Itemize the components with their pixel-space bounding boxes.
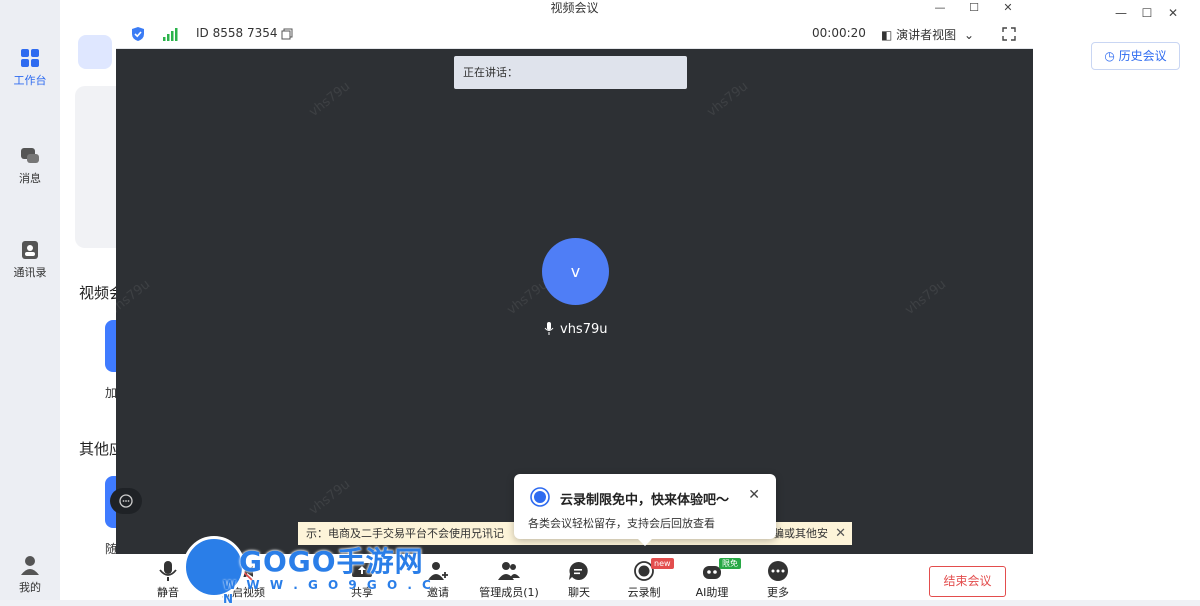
contacts-icon xyxy=(22,241,38,259)
close-icon[interactable]: ✕ xyxy=(835,522,846,545)
logo-url: W W W . G O 9 G O . C N xyxy=(223,578,434,606)
cloud-record-label: 云录制 xyxy=(627,586,661,599)
more-icon xyxy=(768,561,788,581)
minimize-button[interactable]: — xyxy=(1108,6,1134,20)
sidebar-item-label: 工作台 xyxy=(13,74,47,87)
chat-label: 聊天 xyxy=(568,586,590,599)
chat-button[interactable]: 聊天 xyxy=(544,560,614,600)
free-badge: 限免 xyxy=(719,558,741,569)
clock-icon: ◷ xyxy=(1104,49,1115,63)
more-button[interactable]: 更多 xyxy=(743,560,813,600)
mute-label: 静音 xyxy=(157,586,179,599)
meeting-info-bar: ID 8558 7354 00:00:20 ◧ 演讲者视图 ⌄ xyxy=(116,20,1033,49)
view-mode-dropdown[interactable]: ◧ 演讲者视图 ⌄ xyxy=(881,26,974,43)
history-meetings-button[interactable]: ◷ 历史会议 xyxy=(1091,42,1180,70)
main-window-controls: — ☐ ✕ xyxy=(1108,6,1186,20)
ai-assistant-button[interactable]: 限免 AI助理 xyxy=(677,558,747,600)
close-icon[interactable]: ✕ xyxy=(748,487,760,503)
site-watermark-logo: GOGO手游网 W W W . G O 9 G O . C N xyxy=(183,536,445,606)
chat-icon xyxy=(21,148,39,163)
record-icon xyxy=(530,487,550,507)
participant-name: vhs79u xyxy=(560,322,608,337)
speaking-indicator: 正在讲话： xyxy=(454,56,687,89)
end-meeting-button[interactable]: 结束会议 xyxy=(929,566,1006,597)
watermark: vhs79u xyxy=(902,276,950,319)
user-icon xyxy=(21,556,39,575)
floating-chat-button[interactable] xyxy=(110,488,142,514)
maximize-button[interactable]: ☐ xyxy=(1134,6,1160,20)
window-title: 视频会议 xyxy=(550,1,599,15)
manage-members-button[interactable]: 管理成员(1) xyxy=(474,560,544,600)
sidebar-item-label: 消息 xyxy=(19,172,41,185)
members-icon xyxy=(498,562,520,580)
watermark: vhs79u xyxy=(704,78,752,121)
logo-name: GOGO手游网 xyxy=(239,545,424,578)
meeting-id: ID 8558 7354 xyxy=(196,26,278,40)
cloud-record-promo-popup: 云录制限免中，快来体验吧～ ✕ 各类会议轻松留存，支持会后回放查看 xyxy=(514,474,776,546)
minimize-button[interactable]: — xyxy=(923,0,957,16)
promo-title: 云录制限免中，快来体验吧～ xyxy=(560,493,730,508)
microphone-icon xyxy=(544,322,554,335)
cloud-record-button[interactable]: new 云录制 xyxy=(609,558,679,600)
copy-icon[interactable] xyxy=(281,28,293,40)
manage-members-label: 管理成员(1) xyxy=(479,586,539,599)
notice-text-tail: 骗或其他安 xyxy=(767,522,828,545)
layout-icon: ◧ xyxy=(881,28,893,42)
fullscreen-icon[interactable] xyxy=(1002,27,1016,41)
chevron-down-icon: ⌄ xyxy=(964,28,975,42)
chat-bubble-icon xyxy=(119,494,133,508)
close-button[interactable]: ✕ xyxy=(1160,6,1186,20)
sidebar-item-messages[interactable]: 消息 xyxy=(0,146,60,186)
participant-avatar: v xyxy=(542,238,609,305)
watermark: vhs79u xyxy=(306,476,354,519)
maximize-button[interactable]: ☐ xyxy=(957,0,991,16)
sidebar-item-contacts[interactable]: 通讯录 xyxy=(0,240,60,280)
window-controls: — ☐ ✕ xyxy=(923,0,1025,16)
view-mode-label: 演讲者视图 xyxy=(896,28,957,42)
more-label: 更多 xyxy=(767,586,789,599)
grid-icon xyxy=(21,49,39,67)
ai-assistant-label: AI助理 xyxy=(695,586,729,599)
new-badge: new xyxy=(651,558,674,569)
sidebar-item-label: 通讯录 xyxy=(13,266,47,279)
sidebar-item-workbench[interactable]: 工作台 xyxy=(0,48,60,88)
meeting-timer: 00:00:20 xyxy=(812,26,866,40)
sidebar-item-label: 我的 xyxy=(19,581,41,594)
watermark: vhs79u xyxy=(306,78,354,121)
shield-icon[interactable] xyxy=(130,26,146,42)
microphone-icon xyxy=(159,561,177,581)
app-logo xyxy=(78,35,112,69)
sidebar-item-me[interactable]: 我的 xyxy=(0,555,60,595)
meeting-titlebar: 视频会议 — ☐ ✕ xyxy=(116,0,1033,20)
participant-label: vhs79u xyxy=(544,322,608,337)
meeting-window: 视频会议 — ☐ ✕ ID 8558 7354 00:00:20 ◧ 演讲者视图 ⌄… xyxy=(106,0,1033,600)
signal-icon[interactable] xyxy=(162,28,178,41)
app-sidebar: 工作台 消息 通讯录 我的 xyxy=(0,0,60,600)
promo-description: 各类会议轻松留存，支持会后回放查看 xyxy=(528,517,715,530)
close-button[interactable]: ✕ xyxy=(991,0,1025,16)
history-button-label: 历史会议 xyxy=(1118,49,1167,63)
chat-icon xyxy=(569,561,588,580)
